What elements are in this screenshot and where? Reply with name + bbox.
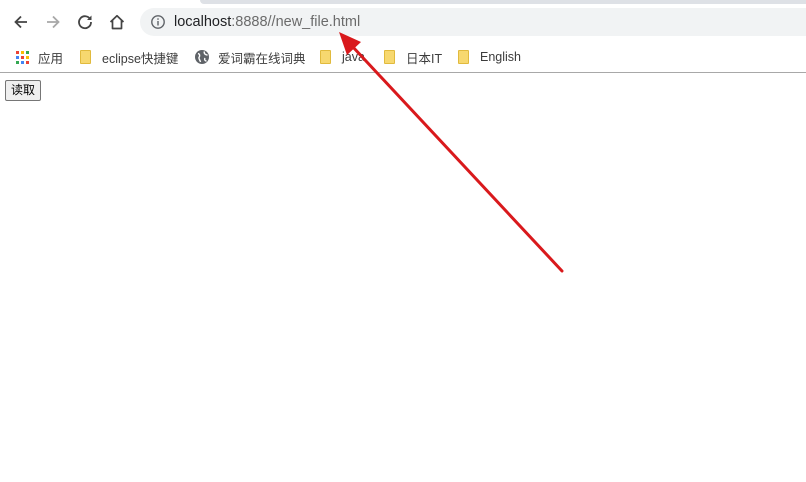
info-icon[interactable] bbox=[150, 14, 166, 30]
home-icon bbox=[109, 14, 125, 30]
folder-icon bbox=[318, 49, 334, 65]
bookmark-label: 应用 bbox=[38, 51, 64, 66]
url-path: :8888//new_file.html bbox=[231, 14, 361, 30]
url-text[interactable]: localhost:8888//new_file.html bbox=[174, 14, 360, 30]
read-button[interactable]: 读取 bbox=[5, 80, 42, 101]
browser-toolbar: localhost:8888//new_file.html bbox=[0, 0, 806, 42]
bookmark-iciba[interactable]: 爱词霸在线词典 bbox=[194, 47, 306, 67]
bookmark-english[interactable]: English bbox=[456, 47, 521, 67]
tab-strip-edge bbox=[200, 0, 806, 4]
forward-button[interactable] bbox=[40, 9, 66, 35]
bookmark-label: java bbox=[342, 50, 365, 64]
url-host: localhost bbox=[174, 14, 232, 30]
bookmark-apps[interactable]: 应用 bbox=[14, 47, 63, 67]
back-arrow-icon bbox=[14, 15, 27, 29]
bookmark-label: English bbox=[480, 50, 521, 64]
globe-icon bbox=[194, 49, 210, 65]
bookmark-japan-it[interactable]: 日本IT bbox=[382, 47, 442, 67]
bookmark-eclipse[interactable]: eclipse快捷键 bbox=[78, 47, 178, 67]
reload-button[interactable] bbox=[72, 9, 98, 35]
folder-icon bbox=[78, 49, 94, 65]
folder-icon bbox=[382, 49, 398, 65]
home-button[interactable] bbox=[104, 9, 130, 35]
address-bar[interactable]: localhost:8888//new_file.html bbox=[140, 8, 806, 36]
bookmark-label: eclipse快捷键 bbox=[102, 51, 179, 66]
reload-icon bbox=[78, 15, 92, 30]
bookmark-label: 爱词霸在线词典 bbox=[218, 51, 306, 66]
bookmarks-bar: 应用 eclipse快捷键 爱词霸在线词典 java 日本IT English bbox=[0, 42, 806, 73]
bookmark-java[interactable]: java bbox=[318, 47, 365, 67]
back-button[interactable] bbox=[8, 9, 34, 35]
forward-arrow-icon bbox=[47, 15, 60, 29]
bookmark-label: 日本IT bbox=[406, 51, 443, 66]
folder-icon bbox=[456, 49, 472, 65]
apps-icon bbox=[14, 49, 30, 65]
